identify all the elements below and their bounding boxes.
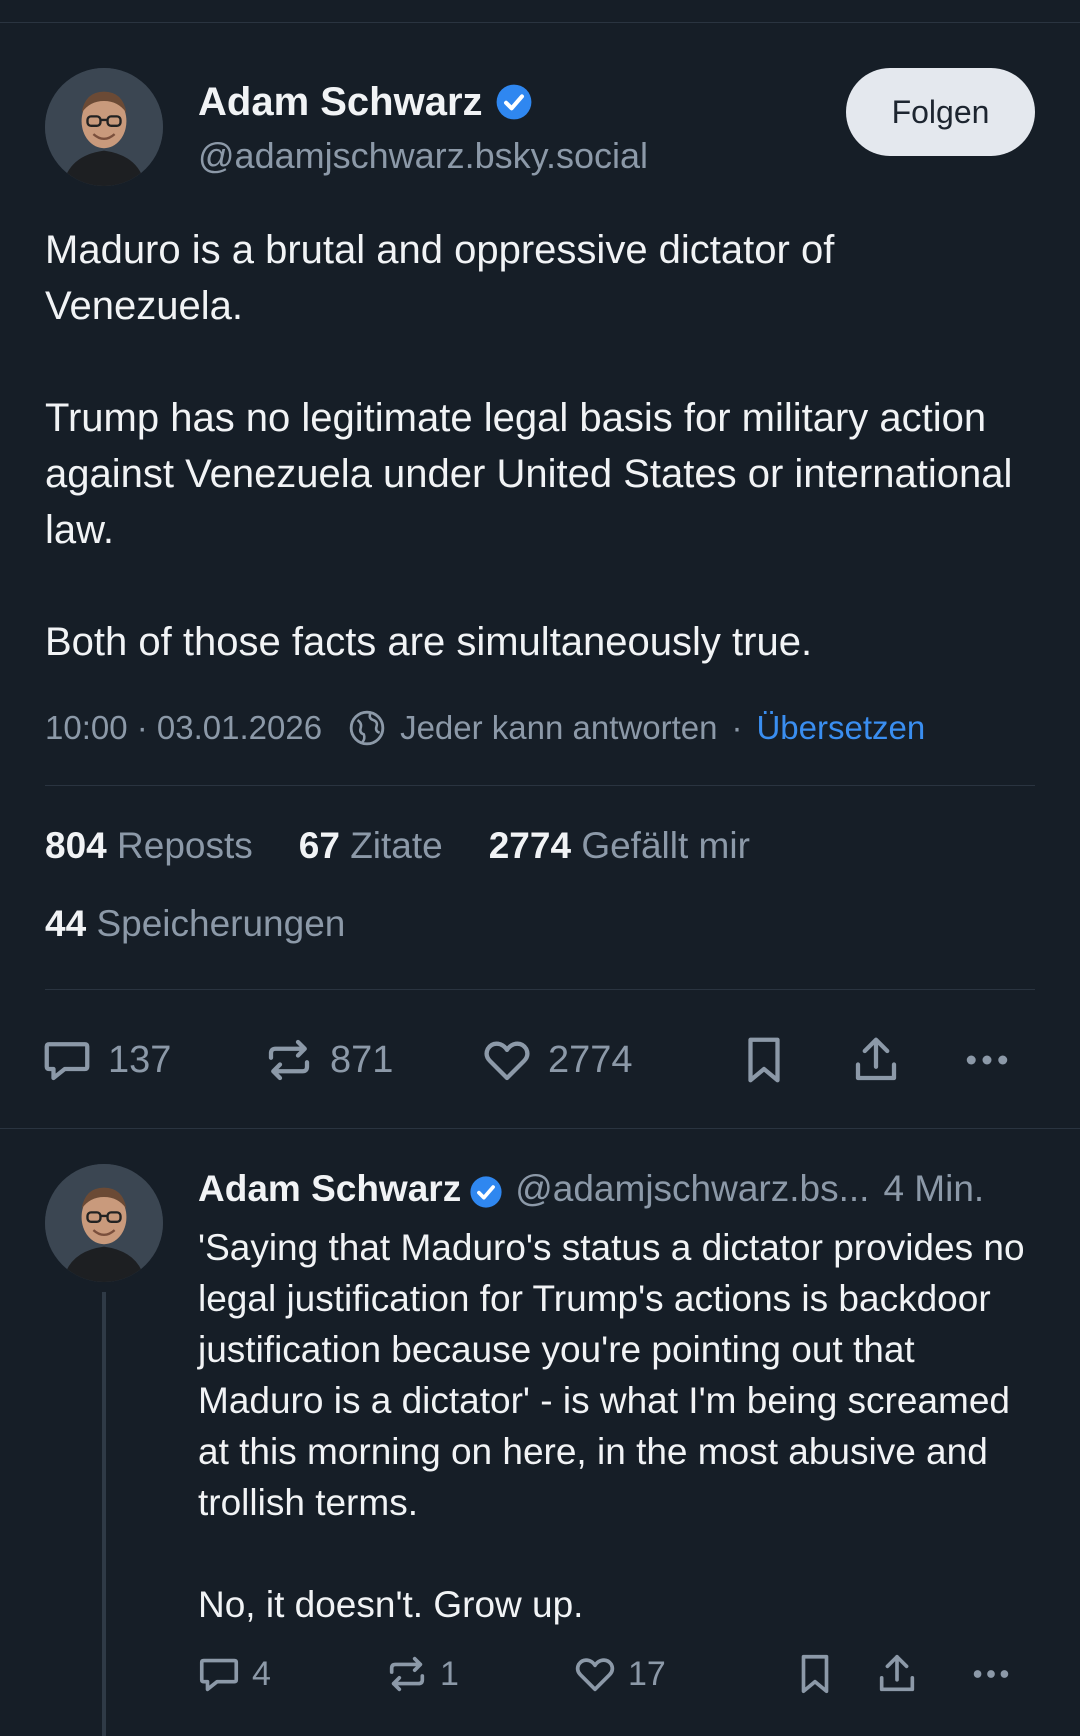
reply-repost-button[interactable]: 1: [384, 1648, 459, 1700]
more-options-button[interactable]: [960, 1030, 1014, 1090]
post-stats: 804 Reposts 67 Zitate 2774 Gefällt mir 4…: [45, 820, 1035, 976]
reply-button[interactable]: 137: [40, 1030, 171, 1090]
share-icon: [855, 1037, 897, 1081]
reply-bookmark-button[interactable]: [792, 1648, 838, 1700]
likes-stat[interactable]: 2774 Gefällt mir: [489, 820, 750, 872]
reply-body: 'Saying that Maduro's status a dictator …: [198, 1222, 1048, 1630]
divider: [45, 989, 1035, 990]
verified-badge-icon: [495, 83, 533, 121]
repost-arrows-icon: [268, 1039, 310, 1081]
author-name-row[interactable]: Adam Schwarz: [198, 78, 533, 126]
reply-reply-button[interactable]: 4: [196, 1648, 271, 1700]
heart-icon: [575, 1658, 615, 1692]
post-body: Maduro is a brutal and oppressive dictat…: [45, 222, 1035, 670]
bookmark-button[interactable]: [737, 1030, 791, 1090]
post-meta-row: 10:00 · 03.01.2026 Jeder kann antworten …: [45, 706, 1045, 750]
bookmark-icon: [801, 1654, 829, 1694]
thread-line: [102, 1292, 106, 1736]
reply-header: Adam Schwarz @adamjschwarz.bs... 4 Min.: [198, 1164, 1038, 1214]
post-paragraph: Trump has no legitimate legal basis for …: [45, 396, 1013, 552]
verified-badge-icon: [469, 1172, 503, 1208]
saves-stat[interactable]: 44 Speicherungen: [45, 898, 345, 950]
divider: [45, 785, 1035, 786]
reply-author-avatar[interactable]: [45, 1164, 163, 1282]
reposts-stat[interactable]: 804 Reposts: [45, 820, 253, 872]
reply-like-count: 17: [628, 1654, 666, 1693]
post-paragraph: Both of those facts are simultaneously t…: [45, 620, 813, 664]
speech-bubble-icon: [199, 1658, 239, 1692]
author-name[interactable]: Adam Schwarz: [198, 78, 483, 126]
reply-paragraph: 'Saying that Maduro's status a dictator …: [198, 1227, 1025, 1523]
like-button[interactable]: 2774: [480, 1030, 633, 1090]
repost-count: 871: [330, 1038, 394, 1081]
like-count: 2774: [548, 1038, 633, 1081]
post-thread-page: Adam Schwarz @adamjschwarz.bsky.social F…: [0, 0, 1080, 1736]
reply-setting[interactable]: Jeder kann antworten: [400, 706, 717, 750]
section-divider: [0, 1128, 1080, 1129]
reply-time: 4 Min.: [883, 1168, 985, 1209]
globe-icon: [348, 709, 386, 747]
meta-separator: ·: [731, 709, 743, 746]
reply-action-bar: 4 1 17: [196, 1648, 1046, 1700]
reply-share-button[interactable]: [874, 1648, 920, 1700]
heart-icon: [484, 1041, 530, 1081]
repost-button[interactable]: 871: [262, 1030, 393, 1090]
reply-reply-count: 4: [252, 1654, 271, 1693]
reply-like-button[interactable]: 17: [572, 1648, 666, 1700]
reply-author-handle[interactable]: @adamjschwarz.bs...: [515, 1164, 869, 1214]
translate-link[interactable]: Übersetzen: [756, 706, 925, 750]
more-dots-icon: [973, 1670, 1009, 1678]
quotes-stat[interactable]: 67 Zitate: [299, 820, 443, 872]
share-icon: [879, 1654, 915, 1692]
reply-count: 137: [108, 1038, 172, 1081]
follow-button[interactable]: Folgen: [846, 68, 1035, 156]
reply-more-options-button[interactable]: [968, 1648, 1014, 1700]
share-button[interactable]: [849, 1030, 903, 1090]
author-handle[interactable]: @adamjschwarz.bsky.social: [198, 134, 648, 178]
bookmark-icon: [748, 1037, 780, 1083]
post-action-bar: 137 871 2774: [40, 1030, 1040, 1090]
repost-arrows-icon: [389, 1656, 425, 1692]
post-paragraph: Maduro is a brutal and oppressive dictat…: [45, 228, 835, 328]
reply-paragraph: No, it doesn't. Grow up.: [198, 1584, 584, 1625]
reply-repost-count: 1: [440, 1654, 459, 1693]
speech-bubble-icon: [44, 1042, 90, 1081]
more-dots-icon: [966, 1055, 1008, 1065]
reply-author-name[interactable]: Adam Schwarz: [198, 1164, 461, 1214]
top-divider: [0, 22, 1080, 23]
author-avatar[interactable]: [45, 68, 163, 186]
post-timestamp: 10:00 · 03.01.2026: [45, 709, 323, 746]
